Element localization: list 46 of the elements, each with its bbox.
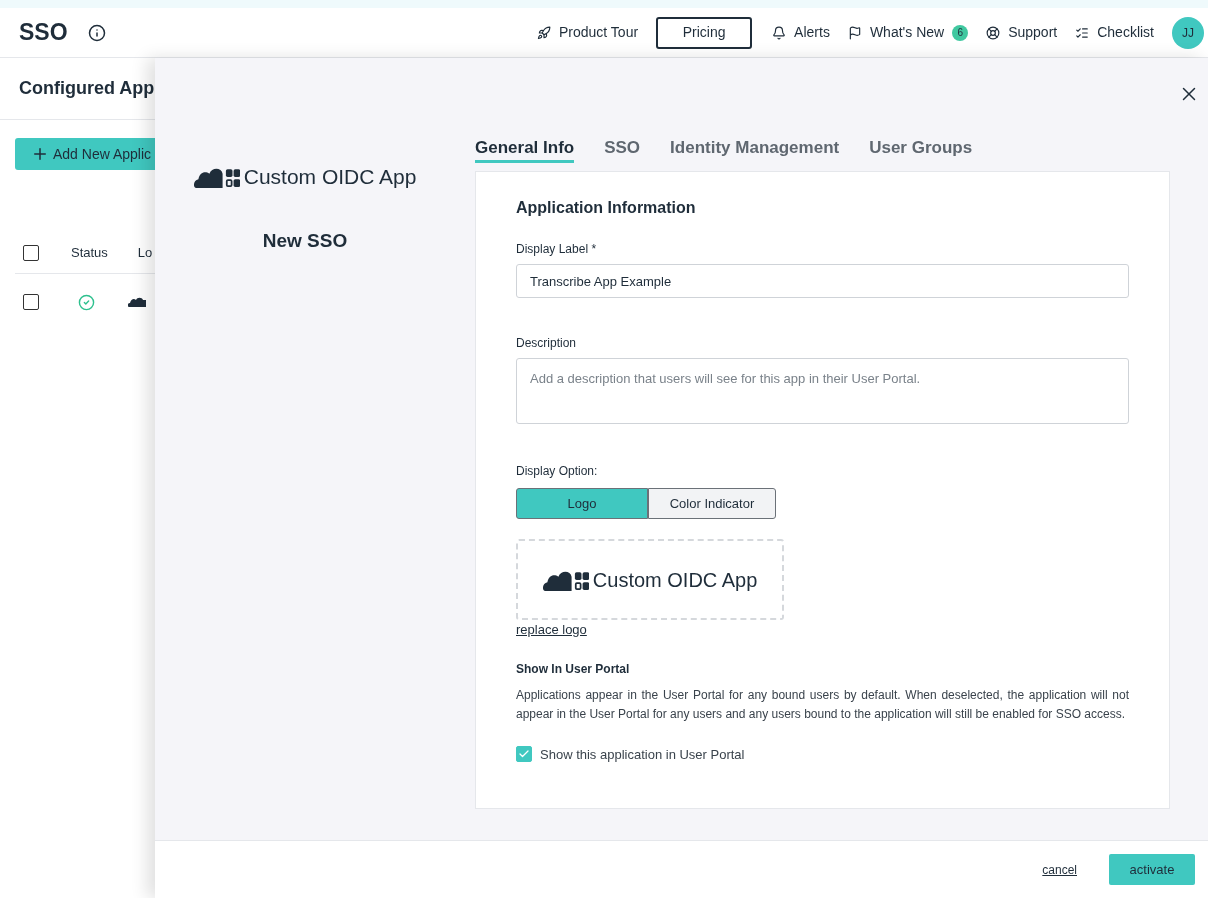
- page-title: SSO: [19, 18, 68, 48]
- replace-logo-link[interactable]: replace logo: [516, 620, 587, 640]
- flag-icon: [847, 25, 862, 40]
- activate-button[interactable]: activate: [1109, 854, 1195, 885]
- nav-link[interactable]: Alerts: [794, 22, 830, 43]
- description-field[interactable]: Add a description that users will see for this app in their User Portal.: [516, 358, 1129, 424]
- segment-option[interactable]: Color Indicator: [648, 488, 776, 519]
- column-header: Lo: [137, 243, 153, 262]
- nav-link[interactable]: Checklist: [1097, 22, 1154, 43]
- card-heading: Application Information: [516, 198, 697, 218]
- segment-option[interactable]: Logo: [516, 488, 648, 519]
- field-label: Display Label *: [516, 241, 598, 258]
- tab[interactable]: General Info: [475, 135, 575, 163]
- nav-link[interactable]: Support: [1008, 22, 1058, 43]
- tab[interactable]: User Groups: [869, 135, 973, 163]
- pricing-button[interactable]: Pricing: [656, 16, 753, 49]
- field-label: Description: [516, 335, 578, 352]
- checkbox[interactable]: [516, 746, 532, 763]
- app-logo-text: Custom OIDC App: [243, 164, 417, 190]
- tab[interactable]: Identity Management: [670, 135, 840, 163]
- cancel-link[interactable]: cancel: [1042, 860, 1077, 879]
- info-icon[interactable]: [87, 23, 106, 42]
- checkbox[interactable]: [23, 294, 39, 310]
- bell-icon: [772, 25, 787, 40]
- lifebuoy-icon: [986, 25, 1001, 40]
- description-text: Applications appear in the User Portal for any bound users by default. When deselected, the application will not appear in the User Portal for any users and any users bound to the application will still be enabled for SSO access.: [516, 686, 1129, 723]
- column-header: Status: [71, 243, 108, 262]
- tab[interactable]: SSO: [604, 135, 641, 163]
- rocket-icon: [537, 25, 551, 40]
- section-heading: Show In User Portal: [516, 660, 631, 678]
- logo-preview-text: Custom OIDC App: [592, 567, 758, 593]
- nav-link[interactable]: Product Tour: [559, 22, 639, 43]
- checkbox-label: Show this application in User Portal: [540, 745, 745, 764]
- checklist-icon: [1075, 25, 1090, 40]
- status-check-icon: [78, 293, 95, 311]
- checkbox[interactable]: [23, 244, 39, 261]
- input-field[interactable]: Transcribe App Example: [516, 264, 1129, 298]
- plus-icon: [31, 145, 49, 163]
- add-application-button[interactable]: Add New Applic: [15, 138, 155, 170]
- avatar[interactable]: JJ: [1172, 16, 1204, 49]
- field-label: Display Option:: [516, 463, 599, 480]
- nav-link[interactable]: What's New: [869, 22, 945, 43]
- cloud-icon: [128, 297, 146, 307]
- app-subtitle: New SSO: [262, 228, 348, 253]
- count-badge: 6: [952, 24, 969, 41]
- section-title: Configured App: [19, 77, 155, 100]
